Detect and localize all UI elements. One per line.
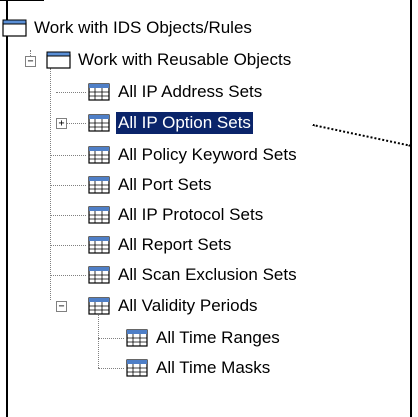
tree-connector (56, 92, 86, 93)
tree-node-label: All IP Address Sets (118, 82, 263, 101)
tree-connector (50, 275, 86, 276)
table-icon (88, 176, 110, 194)
table-icon (88, 146, 110, 164)
table-icon (88, 83, 110, 101)
tree-node-ids-objects[interactable]: Work with IDS Objects/Rules (2, 16, 254, 40)
tree-connector (98, 315, 99, 368)
tree-node-label-selected: All IP Option Sets (116, 112, 253, 134)
tree-node-policy-keyword-sets[interactable]: All Policy Keyword Sets (88, 143, 299, 167)
tree-node-time-ranges[interactable]: All Time Ranges (126, 326, 282, 350)
tree-connector (50, 185, 86, 186)
tree-node-label: All Validity Periods (118, 296, 258, 315)
tree-connector (50, 68, 51, 300)
collapse-toggle[interactable]: − (25, 56, 36, 67)
tree-connector (98, 338, 124, 339)
table-icon (88, 206, 110, 224)
tree-node-label: All Time Masks (156, 358, 271, 377)
tree-connector (98, 368, 124, 369)
table-icon (88, 266, 110, 284)
tree-node-label: All Scan Exclusion Sets (118, 265, 297, 284)
tree-node-port-sets[interactable]: All Port Sets (88, 173, 214, 197)
table-icon (88, 297, 110, 315)
tree-node-label: All IP Protocol Sets (118, 205, 264, 224)
tree-node-ip-option-sets[interactable]: All IP Option Sets (88, 111, 253, 135)
table-icon (126, 329, 148, 347)
tree-node-label: Work with Reusable Objects (78, 50, 292, 69)
expand-toggle[interactable]: + (56, 118, 67, 129)
tree-node-ip-address-sets[interactable]: All IP Address Sets (88, 80, 264, 104)
folder-icon (46, 51, 71, 69)
tree-node-reusable-objects[interactable]: Work with Reusable Objects (46, 48, 293, 72)
tree-node-label: Work with IDS Objects/Rules (34, 18, 252, 37)
table-icon (126, 359, 148, 377)
tree-node-time-masks[interactable]: All Time Masks (126, 356, 272, 380)
table-icon (88, 236, 110, 254)
tree-node-label: All Policy Keyword Sets (118, 145, 297, 164)
tree-connector (50, 245, 86, 246)
tree-node-report-sets[interactable]: All Report Sets (88, 233, 233, 257)
tree-node-ip-protocol-sets[interactable]: All IP Protocol Sets (88, 203, 265, 227)
connector-line (0, 0, 44, 1)
tree-connector (50, 215, 86, 216)
tree-node-label: All Port Sets (118, 175, 212, 194)
tree-node-label: All Time Ranges (156, 328, 280, 347)
table-icon (88, 114, 110, 132)
folder-icon (2, 19, 27, 37)
tree-node-label: All Report Sets (118, 235, 232, 254)
tree-node-scan-exclusion-sets[interactable]: All Scan Exclusion Sets (88, 263, 299, 287)
tree-connector (50, 155, 86, 156)
collapse-toggle[interactable]: − (56, 301, 67, 312)
tree-node-validity-periods[interactable]: All Validity Periods (88, 294, 260, 318)
